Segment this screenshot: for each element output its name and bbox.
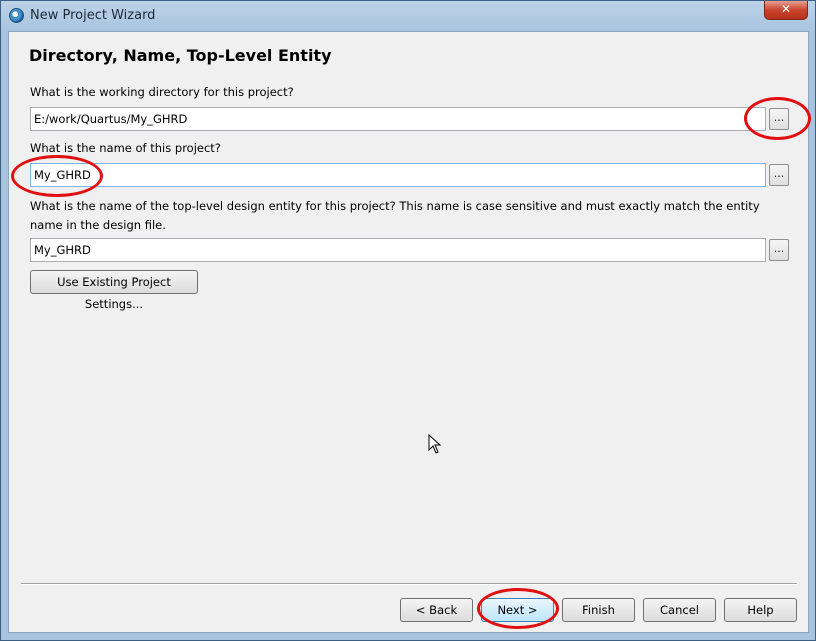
- wizard-window: New Project Wizard ✕ Directory, Name, To…: [0, 0, 816, 641]
- annotation-circle-browse: [744, 97, 811, 140]
- divider: [21, 583, 797, 585]
- close-icon: ✕: [780, 2, 792, 16]
- top-level-input[interactable]: My_GHRD: [30, 238, 766, 262]
- app-icon: [9, 8, 24, 23]
- working-dir-input[interactable]: E:/work/Quartus/My_GHRD: [30, 107, 766, 131]
- wizard-page: Directory, Name, Top-Level Entity What i…: [8, 31, 809, 633]
- cancel-button[interactable]: Cancel: [643, 598, 716, 622]
- title-bar[interactable]: New Project Wizard ✕: [1, 1, 815, 31]
- project-name-label: What is the name of this project?: [30, 141, 221, 155]
- close-button[interactable]: ✕: [764, 1, 808, 20]
- project-name-input[interactable]: My_GHRD: [30, 163, 766, 187]
- help-button[interactable]: Help: [724, 598, 797, 622]
- mouse-cursor-icon: [428, 434, 442, 454]
- finish-button[interactable]: Finish: [562, 598, 635, 622]
- top-level-label: What is the name of the top-level design…: [30, 199, 760, 232]
- working-dir-label: What is the working directory for this p…: [30, 85, 294, 99]
- use-existing-settings-button[interactable]: Use Existing Project Settings...: [30, 270, 198, 311]
- back-button[interactable]: < Back: [400, 598, 473, 622]
- page-title: Directory, Name, Top-Level Entity: [29, 46, 332, 65]
- top-level-browse-button[interactable]: ...: [769, 239, 789, 261]
- annotation-circle-next: [477, 588, 559, 629]
- project-name-browse-button[interactable]: ...: [769, 164, 789, 186]
- annotation-circle-project-name: [11, 155, 103, 197]
- window-title: New Project Wizard: [30, 8, 156, 23]
